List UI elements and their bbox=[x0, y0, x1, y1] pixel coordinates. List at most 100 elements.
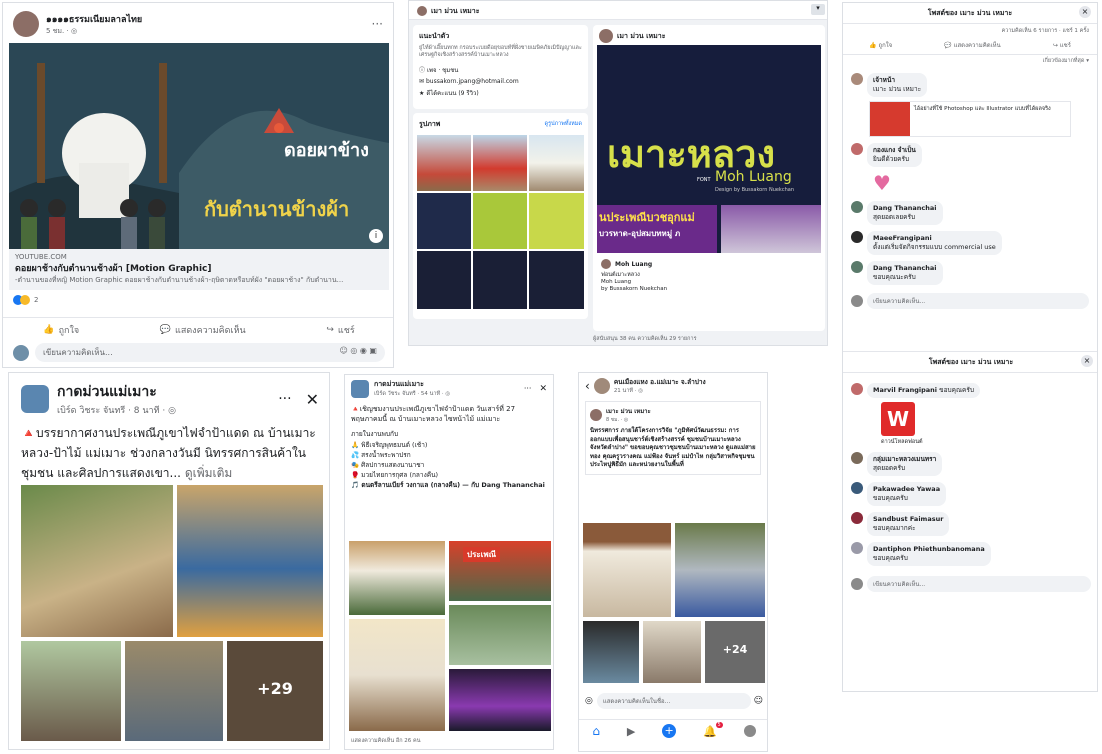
photo-grid-left-top[interactable] bbox=[349, 541, 445, 615]
close-icon[interactable]: ✕ bbox=[306, 390, 319, 409]
notifications-icon[interactable]: 🔔 5 bbox=[703, 721, 723, 738]
photo-thumb-9[interactable] bbox=[529, 251, 584, 309]
dialog-comment-input-1[interactable]: เขียนความคิดเห็น... bbox=[867, 293, 1089, 309]
photos-link[interactable]: ดูรูปภาพทั้งหมด bbox=[545, 120, 583, 128]
reaction-summary[interactable]: 2 bbox=[13, 295, 38, 305]
info-icon[interactable]: i bbox=[369, 229, 383, 243]
photo-more[interactable]: +29 bbox=[227, 641, 323, 741]
w-logo-card[interactable]: W bbox=[881, 402, 915, 436]
see-more-link[interactable]: ดูเพิ่มเติม bbox=[185, 466, 233, 480]
author-name[interactable]: เมาะ ม่วน เหมาะ bbox=[606, 406, 651, 416]
photo-thumb-8[interactable] bbox=[473, 251, 527, 309]
page-name[interactable]: ๑๑๑๑ธรรมเนียมลาลไทย bbox=[46, 12, 372, 26]
commenter-avatar[interactable] bbox=[851, 482, 863, 494]
add-icon[interactable]: + bbox=[662, 724, 677, 738]
post-time[interactable]: 5 ชม. · ◎ bbox=[46, 26, 372, 37]
emoji-icons[interactable]: ☺ ◎ ◉ ▣ bbox=[340, 346, 378, 359]
commenter-avatar[interactable] bbox=[851, 231, 863, 243]
commenter-avatar[interactable] bbox=[851, 143, 863, 155]
commenter-avatar[interactable] bbox=[851, 201, 863, 213]
photo-small-1[interactable] bbox=[21, 641, 121, 741]
photo-thumb-2[interactable] bbox=[473, 135, 527, 191]
comment-item: กลุ่มเมาะหลวงเมนทรา สุดยอดครับ bbox=[851, 452, 1091, 476]
info-row-email[interactable]: ✉ bussakorn.jpang@hotmail.com bbox=[419, 78, 582, 85]
comment-button[interactable]: 💬 แสดงความคิดเห็น bbox=[160, 323, 246, 337]
more-icon[interactable]: ··· bbox=[372, 17, 383, 31]
mobile-comment-input[interactable]: แสดงความคิดเห็นในชื่อ... bbox=[596, 693, 751, 709]
top-page-name[interactable]: เมา ม่วน เหมาะ bbox=[431, 6, 479, 17]
comment-input[interactable]: เขียนความคิดเห็น... ☺ ◎ ◉ ▣ bbox=[35, 343, 385, 362]
dialog-comment-input-2[interactable]: เขียนความคิดเห็น... bbox=[867, 576, 1091, 592]
photo-large-2[interactable] bbox=[675, 523, 765, 617]
dialog-like-button[interactable]: 👍 ถูกใจ bbox=[869, 40, 892, 50]
dialog-comment-button[interactable]: 💬 แสดงความคิดเห็น bbox=[944, 40, 1000, 50]
shared-post[interactable]: เมาะ ม่วน เหมาะ 8 ชม. · ◎ นิทรรศการ ภายใ… bbox=[585, 401, 761, 475]
page-avatar[interactable] bbox=[13, 11, 39, 37]
mobile-comment-bar: ◎ แสดงความคิดเห็นในชื่อ... ☺ bbox=[585, 693, 763, 709]
page-avatar-small[interactable] bbox=[417, 6, 427, 16]
comment-placeholder: เขียนความคิดเห็น... bbox=[43, 348, 113, 357]
more-icon[interactable]: ··· bbox=[278, 391, 291, 407]
link-preview-card[interactable]: ไอ้อย่างที่ใช้ Photoshop และ Illustrator… bbox=[869, 101, 1071, 137]
commenter-avatar[interactable] bbox=[851, 512, 863, 524]
photo-small-1[interactable] bbox=[583, 621, 639, 683]
commenter-avatar[interactable] bbox=[851, 383, 863, 395]
post-text: 🔺บรรยากาศงานประเพณีภูเขาไฟจำป้าแดด ณ บ้า… bbox=[21, 426, 316, 480]
home-icon[interactable]: ⌂ bbox=[592, 724, 600, 738]
photo-thumb-6[interactable] bbox=[529, 193, 584, 249]
photo-large-right[interactable] bbox=[177, 485, 323, 637]
photo-large-left[interactable] bbox=[21, 485, 173, 637]
group-avatar[interactable] bbox=[593, 378, 610, 394]
group-name[interactable]: กาดม่วนแม่เมาะ bbox=[374, 379, 524, 390]
photo-thumb-7[interactable] bbox=[417, 251, 471, 309]
poster-author-avatar[interactable] bbox=[599, 29, 613, 43]
photo-large-1[interactable] bbox=[583, 523, 671, 617]
post-author[interactable]: เบิร์ด วัชระ จันทรี · 54 นาที · ◎ bbox=[374, 390, 524, 398]
photo-more[interactable]: +24 bbox=[705, 621, 765, 683]
link-preview-banner[interactable]: ดอยผาข้าง กับตำนานข้างผ้า i bbox=[9, 43, 389, 249]
photo-grid-right-top[interactable]: ประเพณี bbox=[449, 541, 551, 601]
close-icon[interactable]: × bbox=[1079, 6, 1091, 18]
font-poster-image[interactable]: เมาะหลวง FONT Moh Luang Design by Bussak… bbox=[597, 45, 821, 253]
sort-dropdown[interactable]: เกี่ยวข้องมากที่สุด ▾ bbox=[843, 55, 1097, 67]
info-row-rating[interactable]: ★ ดีได้คะแนน (9 รีวิว) bbox=[419, 88, 582, 98]
video-icon[interactable]: ▶ bbox=[627, 725, 635, 738]
dialog-title-1: โพสต์ของ เมาะ ม่วน เหมาะ bbox=[927, 9, 1013, 17]
back-arrow-icon[interactable]: ‹ bbox=[585, 379, 590, 393]
link-preview-text[interactable]: YOUTUBE.COM ดอยผาช้างกับตำนานช้างผ้า [Mo… bbox=[9, 249, 389, 290]
emoji-icon[interactable]: ☺ bbox=[754, 696, 763, 706]
camera-icon[interactable]: ◎ bbox=[585, 696, 593, 706]
group-avatar[interactable] bbox=[21, 385, 49, 413]
photo-small-2[interactable] bbox=[125, 641, 223, 741]
close-icon[interactable]: × bbox=[1081, 355, 1093, 367]
photo-grid-right-mid[interactable] bbox=[449, 605, 551, 665]
photo-thumb-4[interactable] bbox=[417, 193, 471, 249]
post-stats[interactable]: ความคิดเห็น 6 รายการ · แชร์ 1 ครั้ง bbox=[843, 24, 1097, 38]
author-avatar[interactable] bbox=[590, 409, 602, 421]
group-name[interactable]: คนเมืองแหง อ.แม่เมาะ จ.ลำปาง bbox=[614, 377, 706, 387]
poster-footer[interactable]: ผู้สนับสนุน 38 คน ความคิดเห็น 29 รายการ bbox=[593, 335, 697, 343]
poster-author-name[interactable]: เมา ม่วน เหมาะ bbox=[617, 31, 665, 42]
dialog-share-button[interactable]: ↪ แชร์ bbox=[1053, 40, 1071, 50]
photo-thumb-5[interactable] bbox=[473, 193, 527, 249]
photo-grid-left-mid[interactable] bbox=[349, 619, 445, 731]
like-button[interactable]: 👍 ถูกใจ bbox=[43, 323, 79, 337]
group-avatar[interactable] bbox=[351, 379, 369, 398]
photo-thumb-1[interactable] bbox=[417, 135, 471, 191]
close-icon[interactable]: ✕ bbox=[539, 384, 547, 394]
commenter-avatar[interactable] bbox=[851, 452, 863, 464]
dropdown-icon[interactable]: ▾ bbox=[811, 4, 825, 15]
photo-grid-right-bottom[interactable] bbox=[449, 669, 551, 731]
more-icon[interactable]: ··· bbox=[524, 384, 532, 393]
post-footer[interactable]: แสดงความคิดเห็น อีก 26 คน bbox=[351, 737, 420, 745]
photo-thumb-3[interactable] bbox=[529, 135, 584, 191]
commenter-avatar[interactable] bbox=[851, 261, 863, 273]
group-name[interactable]: กาดม่วนแม่เมาะ bbox=[57, 381, 278, 403]
share-button[interactable]: ↪ แชร์ bbox=[326, 323, 354, 337]
commenter-avatar[interactable] bbox=[851, 542, 863, 554]
commenter-avatar[interactable] bbox=[851, 73, 863, 85]
photo-small-2[interactable] bbox=[643, 621, 701, 683]
menu-avatar-icon[interactable] bbox=[743, 725, 756, 737]
comment-bubble: เจ้าหน้า เมาะ ม่วน เหมาะ bbox=[867, 73, 928, 97]
post-author[interactable]: เบิร์ด วิชระ จันทรี · 8 นาที · ◎ bbox=[57, 403, 278, 417]
